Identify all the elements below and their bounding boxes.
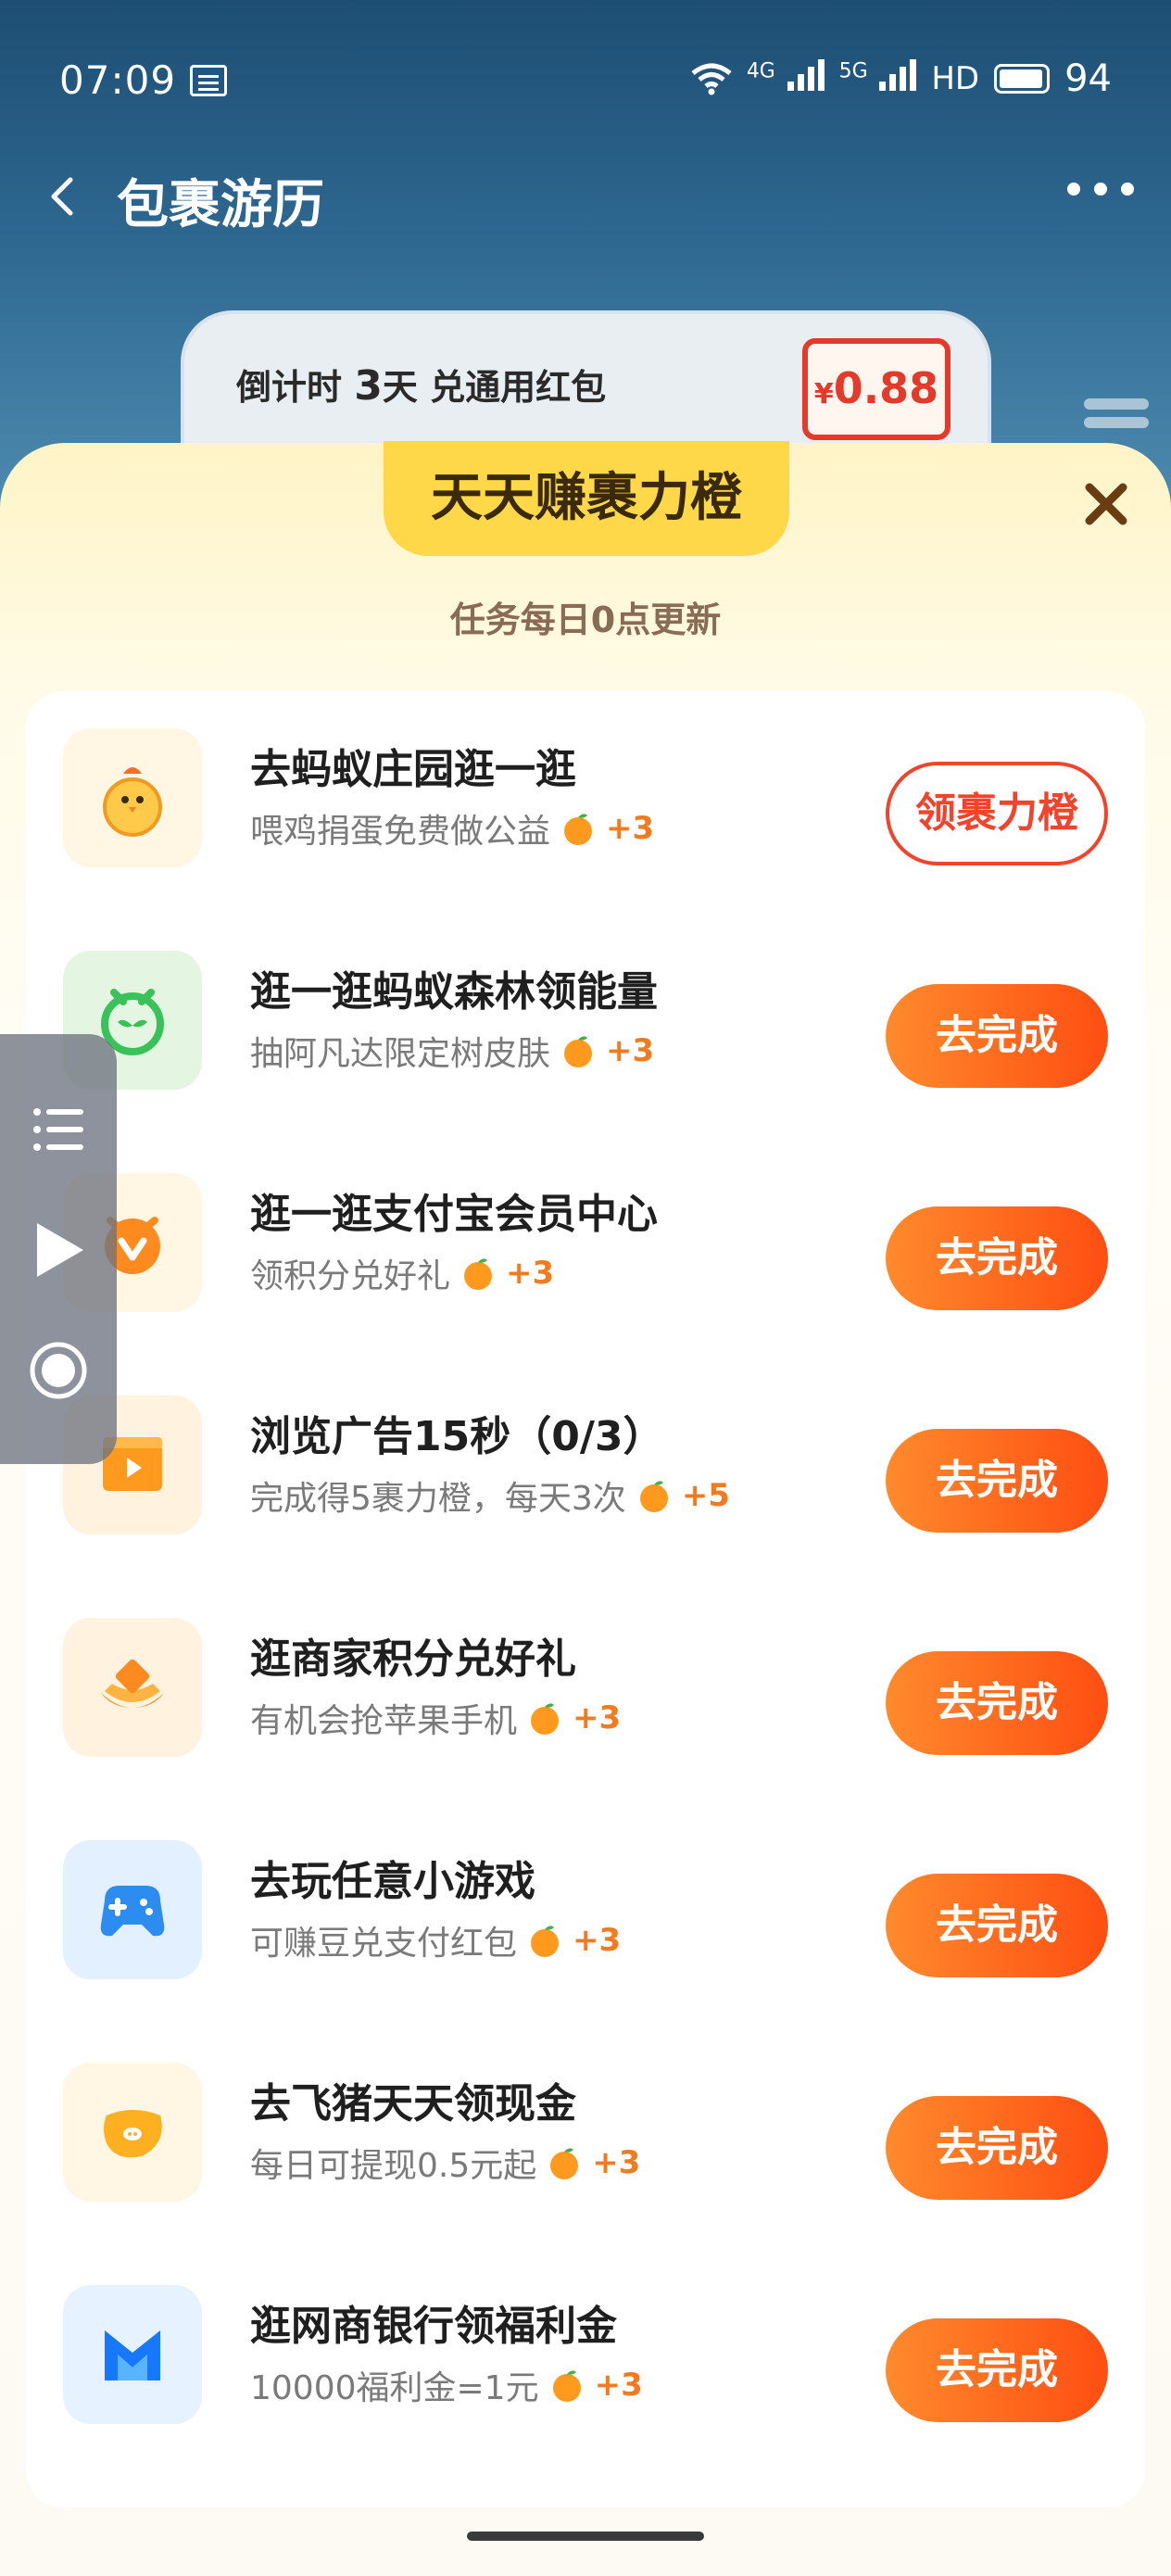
task-reward: +3: [506, 1255, 555, 1292]
task-desc: 抽阿凡达限定树皮肤 +3: [250, 1027, 654, 1075]
task-desc-text: 每日可提现0.5元起: [250, 2147, 537, 2185]
task-title: 去飞猪天天领现金: [250, 2080, 576, 2128]
mybank-icon: [63, 2285, 202, 2424]
back-arrow-icon[interactable]: [43, 176, 83, 217]
task-reward: +3: [606, 810, 655, 847]
task-title: 逛商家积分兑好礼: [250, 1635, 576, 1683]
amount-value: 0.88: [833, 363, 939, 413]
task-desc: 喂鸡捐蛋免费做公益 +3: [250, 804, 654, 852]
task-desc: 每日可提现0.5元起 +3: [250, 2139, 640, 2187]
task-desc-text: 完成得5裹力橙，每天3次: [250, 1480, 626, 1518]
go-complete-button[interactable]: 去完成: [886, 1874, 1108, 1977]
task-item-ant-forest: 逛一逛蚂蚁森林领能量 抽阿凡达限定树皮肤 +3 去完成: [26, 914, 1145, 1136]
task-desc: 领积分兑好礼 +3: [250, 1249, 554, 1297]
go-complete-button[interactable]: 去完成: [886, 2096, 1108, 2200]
task-title: 去玩任意小游戏: [250, 1858, 535, 1905]
task-item-ant-farm: 去蚂蚁庄园逛一逛 喂鸡捐蛋免费做公益 +3 领裹力橙: [26, 691, 1145, 914]
red-packet-amount: ¥0.88: [802, 338, 951, 440]
net-4g-label: 4G: [746, 59, 775, 83]
claim-button[interactable]: 领裹力橙: [886, 762, 1108, 865]
task-desc: 有机会抢苹果手机 +3: [250, 1694, 621, 1742]
orange-icon: [531, 1703, 560, 1735]
go-complete-button[interactable]: 去完成: [886, 2318, 1108, 2422]
signal-4g-icon: 4G: [747, 57, 825, 100]
task-title: 逛一逛支付宝会员中心: [250, 1191, 658, 1238]
gift-ingot-icon: [63, 1618, 202, 1757]
net-5g-label: 5G: [838, 59, 868, 83]
orange-icon: [564, 814, 593, 845]
task-desc: 完成得5裹力橙，每天3次 +5: [250, 1471, 730, 1520]
task-item-alipay-member: 逛一逛支付宝会员中心 领积分兑好礼 +3 去完成: [26, 1136, 1145, 1358]
task-desc-text: 有机会抢苹果手机: [250, 1702, 518, 1740]
chick-icon: [63, 728, 202, 867]
task-desc: 10000福利金=1元 +3: [250, 2361, 643, 2409]
orange-icon: [550, 2148, 579, 2179]
task-desc: 可赚豆兑支付红包 +3: [250, 1916, 621, 1964]
task-title: 逛网商银行领福利金: [250, 2303, 617, 2350]
task-desc-text: 10000福利金=1元: [250, 2369, 539, 2407]
page-title: 包裹游历: [117, 175, 324, 235]
sheet-title: 天天赚裹力橙: [384, 441, 789, 556]
status-indicators: 4G 5G HD 94: [691, 57, 1112, 100]
task-desc-text: 可赚豆兑支付红包: [250, 1925, 518, 1963]
close-icon[interactable]: [1078, 476, 1134, 532]
hd-label: HD: [931, 60, 980, 97]
task-item-fliggy: 去飞猪天天领现金 每日可提现0.5元起 +3 去完成: [26, 2026, 1145, 2248]
signal-5g-icon: 5G: [839, 57, 917, 100]
list-icon[interactable]: [28, 1099, 89, 1160]
task-reward: +3: [573, 1922, 622, 1959]
battery-icon: [994, 64, 1051, 94]
go-complete-button[interactable]: 去完成: [886, 1651, 1108, 1755]
gamepad-icon: [63, 1840, 202, 1979]
go-complete-button[interactable]: 去完成: [886, 984, 1108, 1088]
status-time: 07:09: [59, 57, 177, 103]
wifi-icon: [691, 63, 732, 95]
more-options-icon[interactable]: [1067, 180, 1134, 198]
task-desc-text: 抽阿凡达限定树皮肤: [250, 1035, 551, 1073]
currency-symbol: ¥: [813, 378, 834, 410]
play-icon[interactable]: [28, 1219, 89, 1281]
task-reward: +5: [681, 1477, 730, 1514]
notification-icon: [190, 65, 227, 96]
task-item-ad-browse: 浏览广告15秒（0/3） 完成得5裹力橙，每天3次 +5 去完成: [26, 1358, 1145, 1581]
task-reward: +3: [573, 1699, 622, 1736]
task-item-merchant-points: 逛商家积分兑好礼 有机会抢苹果手机 +3 去完成: [26, 1581, 1145, 1803]
countdown-days: 3: [354, 362, 383, 410]
task-reward: +3: [594, 2367, 643, 2404]
orange-icon: [552, 2370, 581, 2402]
countdown-text: 倒计时 3天 兑通用红包: [236, 359, 606, 410]
floating-control-panel[interactable]: [0, 1034, 117, 1464]
fliggy-pig-icon: [63, 2063, 202, 2202]
task-desc-text: 领积分兑好礼: [250, 1257, 451, 1295]
task-item-mybank: 逛网商银行领福利金 10000福利金=1元 +3 去完成: [26, 2248, 1145, 2470]
task-title: 逛一逛蚂蚁森林领能量: [250, 968, 658, 1016]
orange-icon: [639, 1481, 668, 1512]
task-item-mini-game: 去玩任意小游戏 可赚豆兑支付红包 +3 去完成: [26, 1803, 1145, 2026]
task-title: 浏览广告15秒（0/3）: [250, 1413, 664, 1460]
go-complete-button[interactable]: 去完成: [886, 1429, 1108, 1533]
battery-level: 94: [1064, 57, 1112, 100]
go-complete-button[interactable]: 去完成: [886, 1206, 1108, 1310]
task-list: 去蚂蚁庄园逛一逛 喂鸡捐蛋免费做公益 +3 领裹力橙 逛一逛蚂蚁森林领能量 抽阿…: [26, 691, 1145, 2507]
status-bar: 07:09 4G 5G HD 94: [0, 0, 1171, 158]
task-reward: +3: [606, 1032, 655, 1069]
countdown-prefix: 倒计时: [236, 367, 343, 408]
home-indicator[interactable]: [467, 2532, 704, 2541]
nav-bar: 包裹游历: [0, 148, 1171, 241]
orange-icon: [564, 1036, 593, 1067]
sheet-subtitle: 任务每日0点更新: [449, 600, 722, 640]
task-desc-text: 喂鸡捐蛋免费做公益: [250, 813, 551, 851]
countdown-suffix: 天 兑通用红包: [382, 367, 607, 408]
task-title: 去蚂蚁庄园逛一逛: [250, 746, 576, 793]
orange-icon: [464, 1258, 493, 1290]
record-icon[interactable]: [28, 1340, 89, 1401]
task-sheet: 天天赚裹力橙 任务每日0点更新 去蚂蚁庄园逛一逛 喂鸡捐蛋免费做公益 +3 领裹…: [0, 441, 1171, 2576]
task-reward: +3: [592, 2144, 641, 2181]
orange-icon: [531, 1926, 560, 1957]
